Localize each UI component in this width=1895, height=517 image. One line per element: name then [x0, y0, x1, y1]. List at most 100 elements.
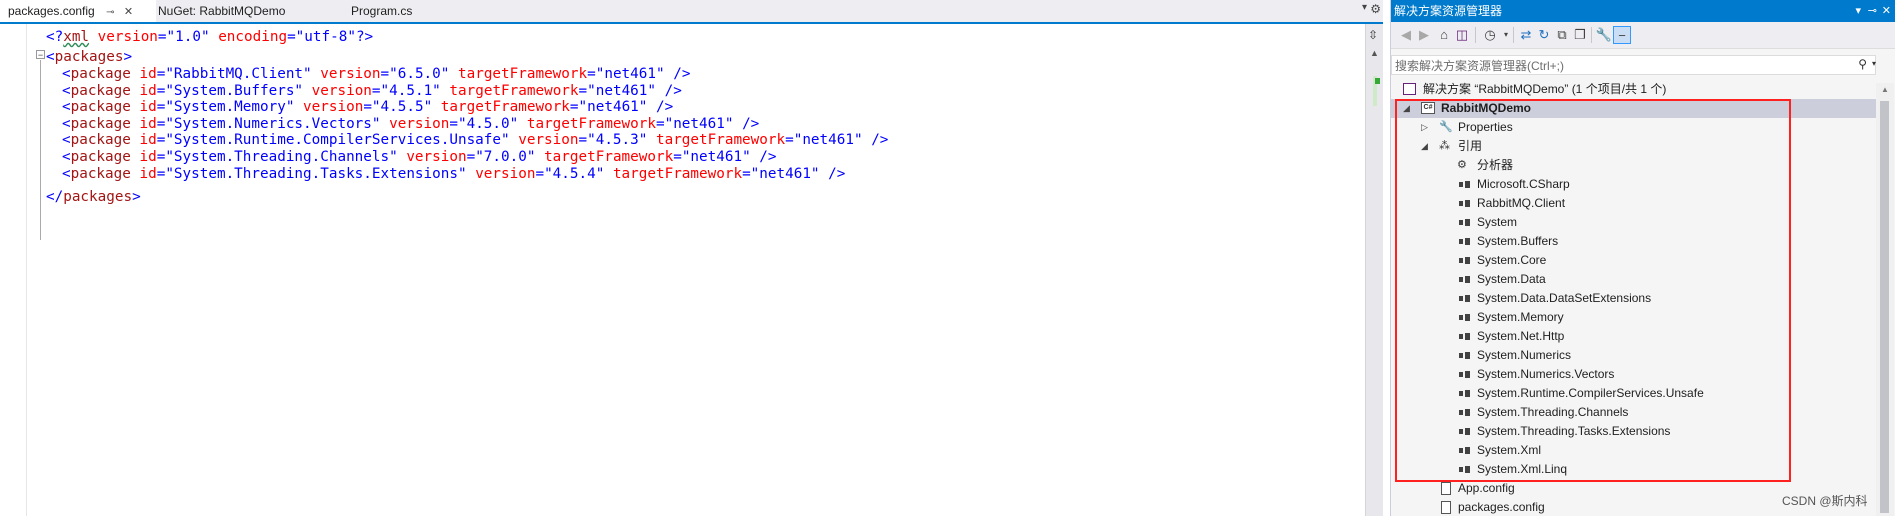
- collapse-all-icon[interactable]: ⧉: [1553, 26, 1571, 44]
- scroll-up-icon[interactable]: ▲: [1881, 85, 1889, 94]
- tree-item-reference[interactable]: System: [1391, 213, 1876, 232]
- gear-icon[interactable]: ⚙: [1370, 2, 1381, 16]
- config-file-icon: [1441, 501, 1451, 514]
- tree-item-reference[interactable]: System.Runtime.CompilerServices.Unsafe: [1391, 384, 1876, 403]
- tree-item-reference[interactable]: System.Net.Http: [1391, 327, 1876, 346]
- wrench-icon[interactable]: 🔧: [1595, 26, 1613, 44]
- tree-item-reference[interactable]: System.Data.DataSetExtensions: [1391, 289, 1876, 308]
- tree-item-reference[interactable]: System.Numerics: [1391, 346, 1876, 365]
- reference-label: System.Core: [1477, 253, 1547, 267]
- split-icon[interactable]: ⇳: [1368, 28, 1378, 42]
- watermark: CSDN @斯内科: [1782, 494, 1868, 508]
- assembly-reference-icon: [1459, 200, 1470, 207]
- assembly-reference-icon: [1459, 428, 1470, 435]
- expand-icon[interactable]: ◢: [1403, 99, 1410, 118]
- search-input[interactable]: [1392, 56, 1837, 76]
- config-file-icon: [1441, 482, 1451, 495]
- assembly-reference-icon: [1459, 219, 1470, 226]
- pin-icon[interactable]: ⊸: [106, 7, 114, 18]
- pin-minus-icon[interactable]: −: [1613, 26, 1631, 44]
- fold-guide: [40, 60, 41, 240]
- tree-item-reference[interactable]: RabbitMQ.Client: [1391, 194, 1876, 213]
- solution-explorer-toolbar: ◀ ▶ ⌂ ◫ ◷ ▾ ⇄ ↻ ⧉ ❐ 🔧 −: [1391, 22, 1895, 49]
- tab-label: NuGet: RabbitMQDemo: [158, 4, 286, 18]
- tab-nuget[interactable]: NuGet: RabbitMQDemo: [150, 0, 293, 22]
- editor-scrollbar[interactable]: ⇳ ▲: [1365, 24, 1383, 516]
- reference-label: System.Net.Http: [1477, 329, 1565, 343]
- dropdown-icon[interactable]: ▾: [1855, 0, 1861, 22]
- csharp-project-icon: C#: [1421, 102, 1435, 114]
- tree-item-reference[interactable]: System.Xml: [1391, 441, 1876, 460]
- toolbar-separator: [1513, 27, 1514, 43]
- tree-item-reference[interactable]: Microsoft.CSharp: [1391, 175, 1876, 194]
- toolbar-separator: [1591, 27, 1592, 43]
- tree-item-reference[interactable]: System.Memory: [1391, 308, 1876, 327]
- tree-item-properties[interactable]: ▷ 🔧 Properties: [1391, 118, 1876, 137]
- reference-label: System.Threading.Tasks.Extensions: [1477, 424, 1671, 438]
- reference-label: System.Data.DataSetExtensions: [1477, 291, 1652, 305]
- tab-label: Program.cs: [351, 4, 413, 18]
- solution-icon: [1403, 83, 1416, 95]
- back-icon[interactable]: ◀: [1397, 26, 1415, 44]
- reference-label: System.Xml: [1477, 443, 1542, 457]
- code-editor[interactable]: − <?xml version="1.0" encoding="utf-8"?>…: [0, 24, 1365, 516]
- pin-icon[interactable]: ⊸: [1868, 0, 1877, 22]
- tree-item-project[interactable]: ◢ C# RabbitMQDemo: [1391, 99, 1876, 118]
- scroll-thumb[interactable]: [1880, 101, 1889, 513]
- vs-icon[interactable]: ◫: [1453, 26, 1471, 44]
- assembly-reference-icon: [1459, 371, 1470, 378]
- tree-item-references[interactable]: ◢ ⁂ 引用: [1391, 137, 1876, 156]
- tab-packages-config[interactable]: packages.config ⊸ ✕: [0, 0, 156, 22]
- tree-item-reference[interactable]: System.Data: [1391, 270, 1876, 289]
- assembly-reference-icon: [1459, 314, 1470, 321]
- tree-item-reference[interactable]: System.Threading.Tasks.Extensions: [1391, 422, 1876, 441]
- tree-item-reference[interactable]: System.Core: [1391, 251, 1876, 270]
- solution-explorer-title: 解决方案资源管理器 ▾ ⊸ ✕: [1391, 0, 1895, 22]
- tab-program-cs[interactable]: Program.cs: [343, 0, 420, 22]
- close-icon[interactable]: ✕: [124, 6, 133, 18]
- expand-icon[interactable]: ◢: [1421, 137, 1428, 156]
- reference-label: System.Numerics.Vectors: [1477, 367, 1615, 381]
- document-tab-bar: packages.config ⊸ ✕ NuGet: RabbitMQDemo …: [0, 0, 1383, 24]
- project-label: RabbitMQDemo: [1441, 101, 1531, 115]
- assembly-reference-icon: [1459, 257, 1470, 264]
- tree-item-reference[interactable]: System.Numerics.Vectors: [1391, 365, 1876, 384]
- tree-item-reference[interactable]: System.Buffers: [1391, 232, 1876, 251]
- tab-label: packages.config: [8, 4, 95, 18]
- sync-icon[interactable]: ⇄: [1517, 26, 1535, 44]
- close-icon[interactable]: ✕: [1882, 0, 1891, 22]
- tree-item-reference[interactable]: System.Threading.Channels: [1391, 403, 1876, 422]
- properties-label: Properties: [1458, 120, 1513, 134]
- refresh-icon[interactable]: ↻: [1535, 26, 1553, 44]
- collapse-icon[interactable]: −: [36, 50, 45, 60]
- analyzer-icon: ⚙: [1457, 159, 1467, 171]
- code-line-declaration: <?xml version="1.0" encoding="utf-8"?>: [46, 29, 374, 45]
- reference-label: Microsoft.CSharp: [1477, 177, 1570, 191]
- reference-label: System: [1477, 215, 1518, 229]
- code-line-packages-close: </packages>: [46, 189, 141, 205]
- copy-icon[interactable]: ❐: [1571, 26, 1589, 44]
- reference-label: RabbitMQ.Client: [1477, 196, 1566, 210]
- assembly-reference-icon: [1459, 466, 1470, 473]
- search-icon[interactable]: ⚲: [1858, 57, 1867, 71]
- solution-search-box[interactable]: ⚲ ▾: [1391, 55, 1876, 76]
- scroll-up-icon[interactable]: ▲: [1370, 48, 1379, 58]
- assembly-reference-icon: [1459, 181, 1470, 188]
- tree-item-analyzers[interactable]: ⚙ 分析器: [1391, 156, 1876, 175]
- tree-item-reference[interactable]: System.Xml.Linq: [1391, 460, 1876, 479]
- assembly-reference-icon: [1459, 390, 1470, 397]
- references-icon: ⁂: [1439, 140, 1450, 152]
- editor-gutter: [0, 24, 27, 516]
- home-icon[interactable]: ⌂: [1435, 26, 1453, 44]
- reference-label: System.Memory: [1477, 310, 1564, 324]
- tree-scrollbar[interactable]: ▲: [1876, 83, 1894, 516]
- reference-label: System.Numerics: [1477, 348, 1572, 362]
- reference-label: System.Buffers: [1477, 234, 1559, 248]
- chevron-down-icon[interactable]: ▾: [1872, 59, 1876, 68]
- assembly-reference-icon: [1459, 447, 1470, 454]
- chevron-down-icon[interactable]: ▾: [1362, 2, 1367, 13]
- tree-item-solution[interactable]: 解决方案 “RabbitMQDemo” (1 个项目/共 1 个): [1391, 80, 1876, 99]
- collapsed-arrow-icon[interactable]: ▷: [1421, 118, 1428, 137]
- assembly-reference-icon: [1459, 295, 1470, 302]
- forward-icon[interactable]: ▶: [1415, 26, 1433, 44]
